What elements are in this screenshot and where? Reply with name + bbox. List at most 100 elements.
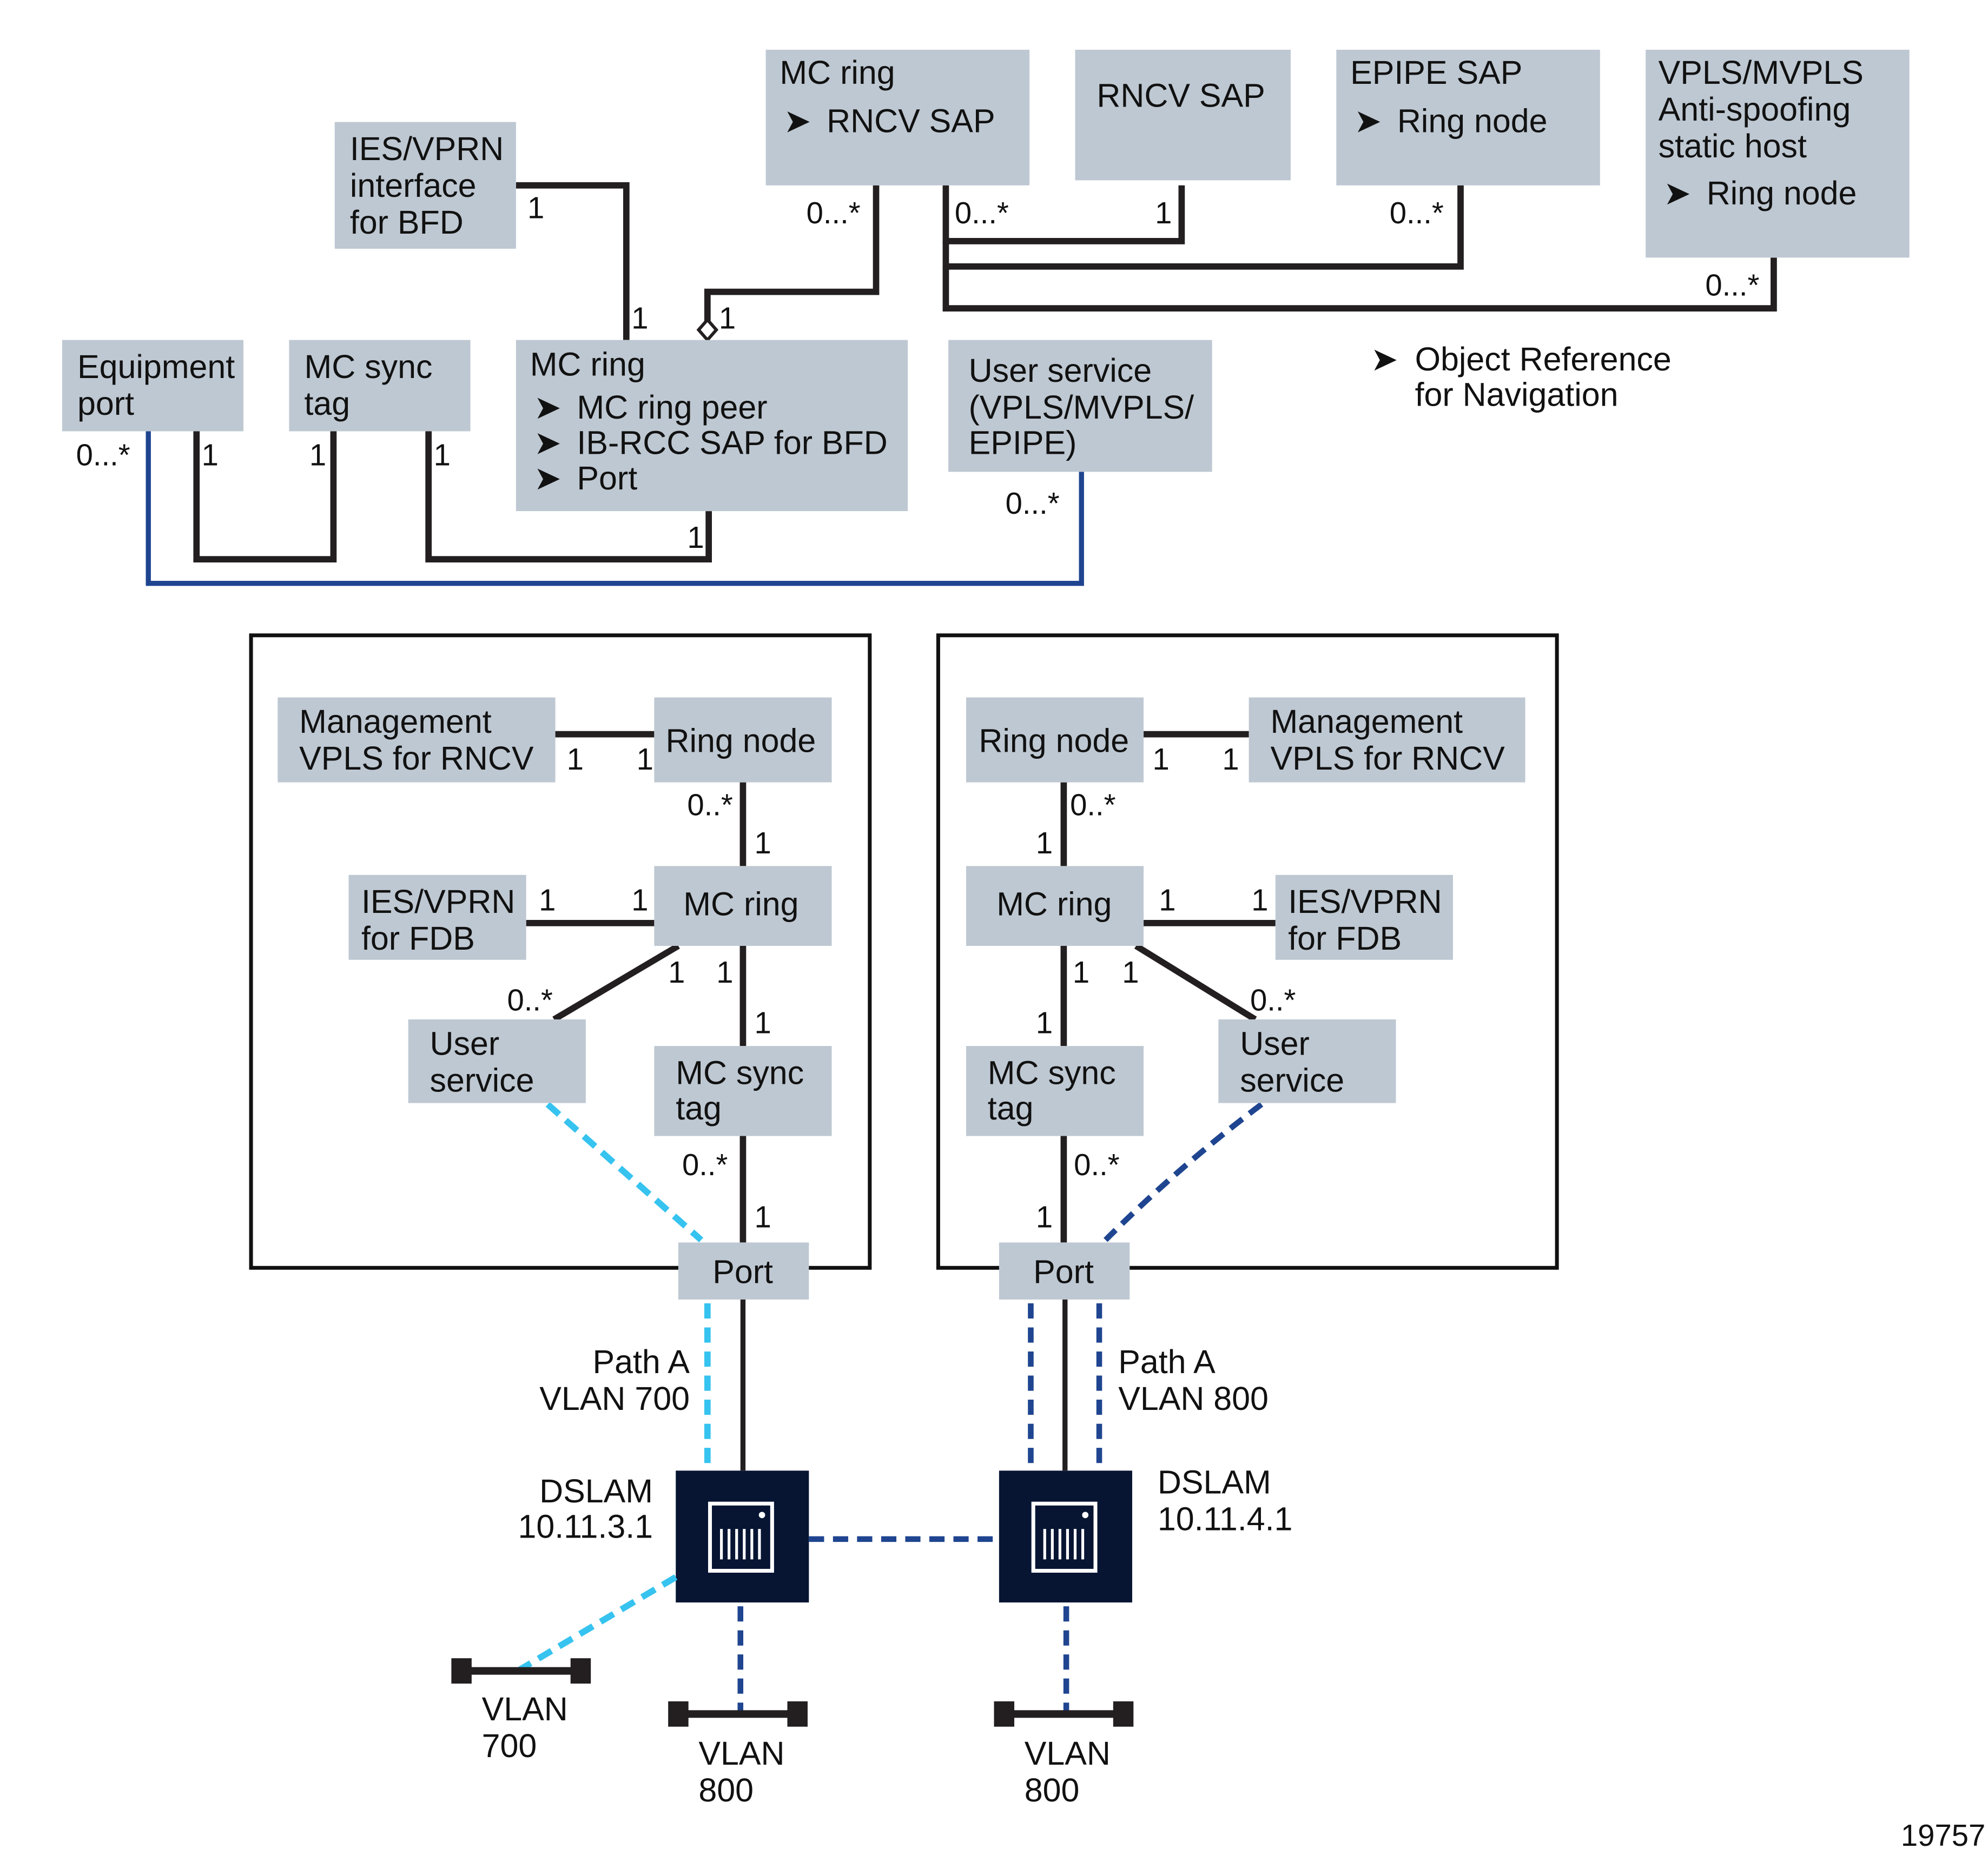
multiplicity: 1 <box>719 301 736 335</box>
box-label: User service <box>969 352 1152 389</box>
box-epipe-sap[interactable]: EPIPE SAP ➤ Ring node <box>1336 49 1600 186</box>
box-title: MC ring <box>530 346 645 382</box>
box-label: EPIPE) <box>969 425 1077 461</box>
box-label: IES/VPRN <box>1288 883 1442 920</box>
box-vpls-antispoofing-host[interactable]: VPLS/MVPLS Anti-spoofing static host ➤ R… <box>1646 49 1910 258</box>
diagram-canvas: IES/VPRN interface for BFD MC ring ➤ RNC… <box>62 49 1985 1852</box>
multiplicity: 1 <box>539 883 556 917</box>
box-label: for FDB <box>361 920 475 957</box>
box-mc-ring-rncv[interactable]: MC ring ➤ RNCV SAP <box>765 49 1030 186</box>
multiplicity: 1 <box>1073 955 1089 989</box>
box-port-right[interactable]: Port <box>999 1242 1130 1300</box>
box-label: interface <box>350 167 477 204</box>
vlan-label: 700 <box>482 1727 537 1764</box>
box-title: static host <box>1659 128 1807 164</box>
box-label: tag <box>305 385 351 422</box>
multiplicity: 1 <box>1251 883 1268 917</box>
box-title: EPIPE SAP <box>1350 54 1522 91</box>
multiplicity: 1 <box>1122 955 1139 989</box>
reference-arrow-icon: ➤ <box>534 389 562 426</box>
multiplicity: 1 <box>1152 742 1169 776</box>
multiplicity: 1 <box>309 438 326 472</box>
box-ref: IB-RCC SAP for BFD <box>577 425 887 461</box>
box-label: tag <box>676 1090 722 1127</box>
dslam-left[interactable] <box>676 1470 809 1603</box>
vlan-label: VLAN <box>482 1691 568 1727</box>
box-ies-vprn-fdb-left[interactable]: IES/VPRN for FDB <box>348 875 526 960</box>
box-label: service <box>430 1062 534 1099</box>
box-label: User <box>430 1025 500 1062</box>
box-label: VPLS for RNCV <box>299 740 534 777</box>
box-user-service-top[interactable]: User service (VPLS/MVPLS/ EPIPE) <box>948 340 1212 472</box>
reference-arrow-icon: ➤ <box>534 425 562 461</box>
box-mc-sync-tag-right[interactable]: MC sync tag <box>966 1046 1144 1136</box>
box-management-vpls-right[interactable]: Management VPLS for RNCV <box>1249 697 1525 783</box>
multiplicity: 1 <box>755 1006 771 1040</box>
vlan-label: VLAN <box>1025 1735 1111 1772</box>
path-label: Path A <box>1118 1343 1216 1380</box>
multiplicity: 1 <box>527 191 544 225</box>
box-title: RNCV SAP <box>1097 77 1265 114</box>
multiplicity: 1 <box>716 955 733 989</box>
multiplicity: 1 <box>202 438 219 472</box>
box-label: Management <box>299 703 492 740</box>
box-port-left[interactable]: Port <box>678 1242 809 1300</box>
box-mc-ring-main[interactable]: MC ring ➤ MC ring peer ➤ IB-RCC SAP for … <box>516 340 908 512</box>
box-user-service-right[interactable]: User service <box>1218 1019 1396 1103</box>
box-ref: RNCV SAP <box>827 102 995 139</box>
box-label: tag <box>988 1090 1034 1127</box>
connector-epipe-sap <box>942 185 1464 270</box>
multiplicity: 0..* <box>682 1148 728 1182</box>
box-label: for FDB <box>1288 920 1402 957</box>
vlan-segment-icon <box>451 1658 591 1684</box>
multiplicity: 1 <box>1036 826 1053 860</box>
multiplicity: 1 <box>1036 1006 1053 1040</box>
box-rncv-sap[interactable]: RNCV SAP <box>1075 49 1291 181</box>
path-label: Path A <box>592 1343 690 1380</box>
box-mc-ring-left[interactable]: MC ring <box>654 866 832 946</box>
box-ref: MC ring peer <box>577 389 767 426</box>
box-mc-sync-tag[interactable]: MC sync tag <box>289 340 471 432</box>
box-title: MC ring <box>780 54 895 91</box>
multiplicity: 1 <box>755 1200 771 1234</box>
reference-arrow-icon: ➤ <box>1663 175 1691 211</box>
box-mc-sync-tag-left[interactable]: MC sync tag <box>654 1046 832 1136</box>
multiplicity: 0..* <box>507 983 553 1017</box>
path-label: VLAN 700 <box>539 1380 690 1417</box>
multiplicity: 0..* <box>1074 1148 1120 1182</box>
box-ref: Ring node <box>1707 175 1857 211</box>
box-label: VPLS for RNCV <box>1270 740 1505 777</box>
multiplicity: 1 <box>1036 1200 1053 1234</box>
box-title: VPLS/MVPLS <box>1659 54 1864 91</box>
multiplicity: 0...* <box>1705 268 1759 302</box>
vlan-label: 800 <box>1025 1772 1080 1808</box>
box-equipment-port[interactable]: Equipment port <box>62 340 243 432</box>
box-ref: Ring node <box>1397 102 1548 139</box>
box-label: Ring node <box>665 722 816 759</box>
multiplicity: 1 <box>1159 883 1175 917</box>
box-label: MC ring <box>996 886 1112 923</box>
reference-arrow-icon: ➤ <box>1371 341 1398 377</box>
box-label: Equipment <box>77 348 235 385</box>
legend-text: Object Reference <box>1415 341 1672 377</box>
dslam-right[interactable] <box>999 1470 1132 1603</box>
box-ies-vprn-interface-bfd[interactable]: IES/VPRN interface for BFD <box>334 122 516 249</box>
multiplicity: 1 <box>687 520 704 554</box>
reference-arrow-icon: ➤ <box>534 460 562 496</box>
multiplicity: 0...* <box>1006 486 1060 520</box>
box-title: Anti-spoofing <box>1659 91 1851 128</box>
box-user-service-left[interactable]: User service <box>408 1019 586 1103</box>
box-ies-vprn-fdb-right[interactable]: IES/VPRN for FDB <box>1275 875 1453 960</box>
box-mc-ring-right[interactable]: MC ring <box>966 866 1144 946</box>
box-label: MC ring <box>683 886 798 923</box>
box-management-vpls-left[interactable]: Management VPLS for RNCV <box>278 697 556 783</box>
multiplicity: 1 <box>755 826 771 860</box>
connector-mcring-userservice <box>1134 943 1257 1022</box>
box-label: User <box>1240 1025 1310 1062</box>
box-label: port <box>77 385 134 422</box>
box-ring-node-left[interactable]: Ring node <box>654 697 832 783</box>
aggregation-diamond-icon <box>696 317 719 343</box>
box-label: IES/VPRN <box>350 130 504 167</box>
figure-id: 19757 <box>1901 1818 1985 1852</box>
box-ring-node-right[interactable]: Ring node <box>966 697 1144 783</box>
